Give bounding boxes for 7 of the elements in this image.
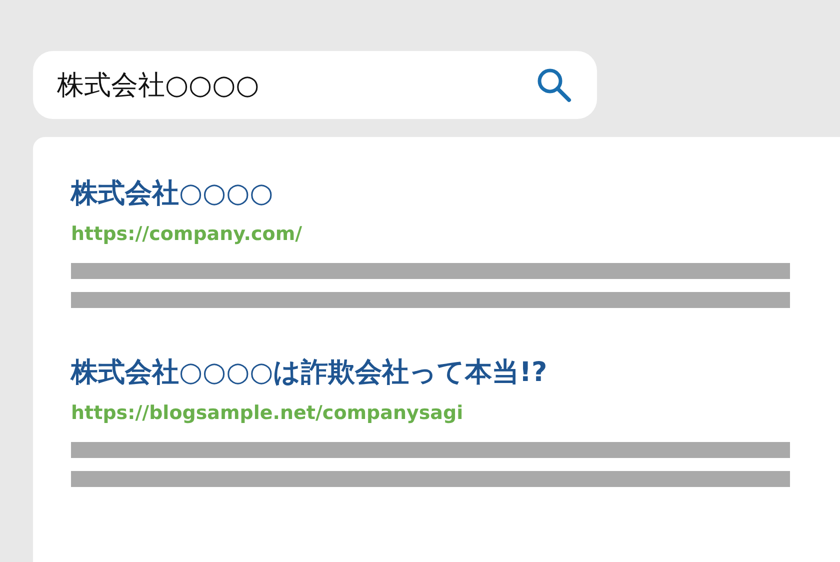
result-title-link[interactable]: 株式会社○○○○は詐欺会社って本当!? — [71, 354, 548, 390]
result-url: https://blogsample.net/companysagi — [71, 402, 464, 424]
result-url: https://company.com/ — [71, 223, 302, 245]
search-text: 株式会社○○○○ — [57, 69, 260, 103]
result-title-link[interactable]: 株式会社○○○○ — [71, 175, 274, 211]
search-icon[interactable] — [535, 66, 573, 104]
search-field[interactable]: 株式会社○○○○ — [33, 51, 597, 119]
